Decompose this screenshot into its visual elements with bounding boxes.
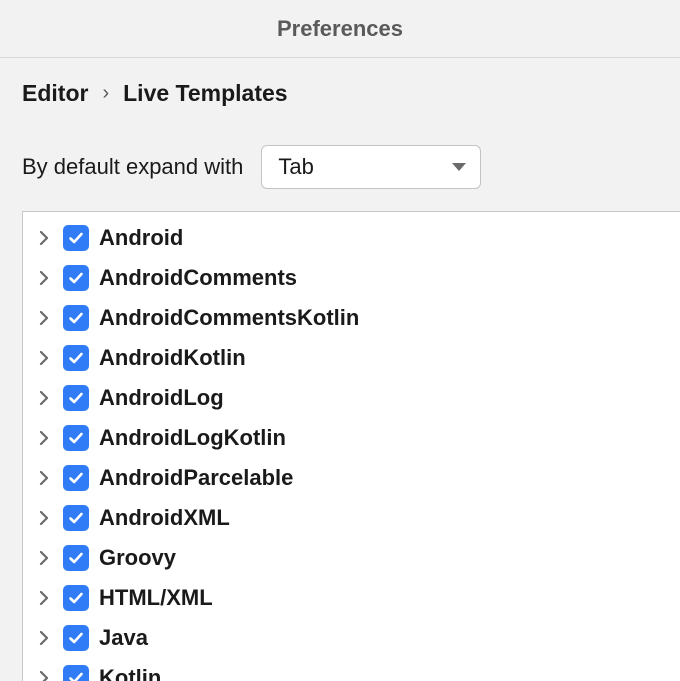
template-group-label: Groovy <box>99 545 176 571</box>
template-group-label: HTML/XML <box>99 585 213 611</box>
expand-with-row: By default expand with Tab <box>0 117 680 211</box>
breadcrumb-root[interactable]: Editor <box>22 80 88 107</box>
chevron-right-icon[interactable] <box>35 229 53 247</box>
template-group-row[interactable]: AndroidParcelable <box>23 458 680 498</box>
template-checkbox[interactable] <box>63 465 89 491</box>
chevron-right-icon[interactable] <box>35 429 53 447</box>
template-checkbox[interactable] <box>63 425 89 451</box>
breadcrumb: Editor › Live Templates <box>0 58 680 117</box>
chevron-right-icon[interactable] <box>35 629 53 647</box>
chevron-right-icon[interactable] <box>35 469 53 487</box>
template-group-label: AndroidParcelable <box>99 465 293 491</box>
template-group-row[interactable]: AndroidXML <box>23 498 680 538</box>
template-checkbox[interactable] <box>63 265 89 291</box>
template-group-row[interactable]: AndroidKotlin <box>23 338 680 378</box>
template-group-row[interactable]: AndroidComments <box>23 258 680 298</box>
template-checkbox[interactable] <box>63 665 89 681</box>
template-group-label: AndroidXML <box>99 505 230 531</box>
chevron-right-icon[interactable] <box>35 269 53 287</box>
template-group-row[interactable]: Android <box>23 218 680 258</box>
template-group-label: AndroidComments <box>99 265 297 291</box>
template-group-label: AndroidLog <box>99 385 224 411</box>
template-list-frame: Android AndroidComments AndroidCommentsKot… <box>22 211 680 681</box>
template-checkbox[interactable] <box>63 545 89 571</box>
chevron-right-icon: › <box>102 82 109 105</box>
title-bar: Preferences <box>0 0 680 58</box>
template-group-label: AndroidCommentsKotlin <box>99 305 359 331</box>
template-group-row[interactable]: AndroidLog <box>23 378 680 418</box>
breadcrumb-page: Live Templates <box>123 80 287 107</box>
template-group-row[interactable]: Java <box>23 618 680 658</box>
chevron-right-icon[interactable] <box>35 509 53 527</box>
template-checkbox[interactable] <box>63 385 89 411</box>
template-group-row[interactable]: Groovy <box>23 538 680 578</box>
template-group-row[interactable]: AndroidCommentsKotlin <box>23 298 680 338</box>
expand-with-select[interactable]: Tab <box>261 145 481 189</box>
template-checkbox[interactable] <box>63 585 89 611</box>
template-tree: Android AndroidComments AndroidCommentsKot… <box>23 212 680 681</box>
template-group-row[interactable]: AndroidLogKotlin <box>23 418 680 458</box>
expand-with-label: By default expand with <box>22 154 243 180</box>
chevron-right-icon[interactable] <box>35 349 53 367</box>
chevron-right-icon[interactable] <box>35 549 53 567</box>
template-checkbox[interactable] <box>63 625 89 651</box>
chevron-right-icon[interactable] <box>35 669 53 681</box>
template-group-row[interactable]: HTML/XML <box>23 578 680 618</box>
template-group-label: AndroidLogKotlin <box>99 425 286 451</box>
expand-with-value: Tab <box>278 154 313 180</box>
chevron-down-icon <box>452 163 466 171</box>
chevron-right-icon[interactable] <box>35 309 53 327</box>
chevron-right-icon[interactable] <box>35 389 53 407</box>
template-group-label: AndroidKotlin <box>99 345 246 371</box>
chevron-right-icon[interactable] <box>35 589 53 607</box>
template-group-label: Kotlin <box>99 665 161 681</box>
template-group-label: Android <box>99 225 183 251</box>
template-group-label: Java <box>99 625 148 651</box>
template-checkbox[interactable] <box>63 305 89 331</box>
template-checkbox[interactable] <box>63 225 89 251</box>
template-checkbox[interactable] <box>63 345 89 371</box>
window-title: Preferences <box>277 16 403 42</box>
template-group-row[interactable]: Kotlin <box>23 658 680 681</box>
template-checkbox[interactable] <box>63 505 89 531</box>
